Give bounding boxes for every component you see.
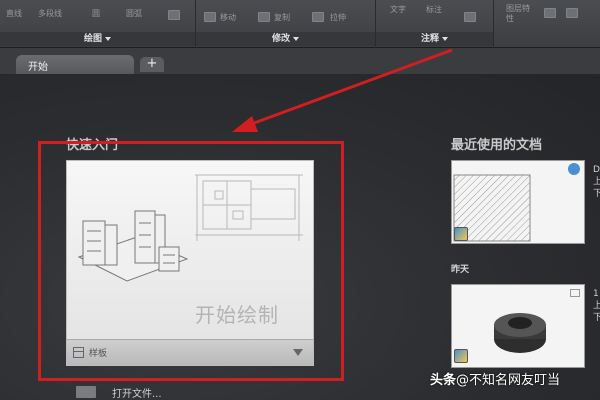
chevron-down-icon	[442, 36, 448, 41]
recent-doc-info: D 上 下	[593, 164, 600, 200]
recent-doc-name[interactable]: 1	[593, 288, 600, 300]
file-tab-bar: 开始 +	[0, 48, 600, 74]
layer-state-icon[interactable]	[566, 8, 578, 18]
tool-text[interactable]: 文字	[390, 4, 406, 15]
panel-draw: 直线 多段线 圆 圆弧 绘图	[0, 0, 196, 48]
recent-doc-meta: 上	[593, 177, 600, 187]
panel-modify-label[interactable]: 修改	[196, 32, 375, 46]
panel-annotate-label[interactable]: 注释	[376, 32, 493, 46]
folder-icon	[76, 386, 96, 398]
panel-annotate: 文字 标注 注释	[376, 0, 494, 48]
recent-doc-meta: 下	[593, 189, 600, 199]
layer-icon[interactable]	[544, 8, 556, 18]
grid-icon[interactable]	[312, 12, 324, 22]
tool-layer-properties[interactable]: 图层特性	[506, 4, 530, 24]
tool-copy[interactable]: 复制	[274, 12, 290, 23]
recent-doc-info: 1 上 下	[593, 288, 600, 324]
watermark: 头条@不知名网友叮当	[430, 369, 560, 391]
hatch-graphic	[453, 174, 531, 242]
tool-arc[interactable]: 圆弧	[126, 8, 142, 19]
recent-doc-meta: 上	[593, 301, 600, 311]
watermark-prefix: 头条	[430, 373, 457, 388]
pin-icon[interactable]	[568, 163, 580, 175]
copy-icon[interactable]	[258, 12, 270, 22]
file-type-icon	[454, 227, 468, 241]
chevron-down-icon	[293, 36, 299, 41]
table-icon[interactable]	[464, 12, 476, 22]
recent-doc-meta: 下	[593, 313, 600, 323]
shape-icon[interactable]	[168, 10, 180, 20]
file-type-icon	[454, 349, 468, 363]
part-graphic	[494, 313, 546, 353]
highlight-box	[38, 141, 344, 381]
tool-polyline[interactable]: 多段线	[38, 8, 62, 19]
watermark-text: @不知名网友叮当	[456, 373, 561, 388]
panel-modify: 移动 复制 拉伸 修改	[196, 0, 376, 48]
tool-move[interactable]: 移动	[220, 12, 236, 23]
panel-layers: 图层特性	[494, 0, 600, 48]
recent-doc-thumbnail[interactable]	[451, 284, 585, 368]
ribbon: 直线 多段线 圆 圆弧 绘图 移动 复制 拉伸 修改 文字 标注 注释 图层特性	[0, 0, 600, 48]
yesterday-label: 昨天	[451, 265, 470, 275]
tab-start[interactable]: 开始	[16, 55, 134, 74]
move-icon[interactable]	[204, 12, 216, 22]
recent-doc-thumbnail[interactable]	[451, 160, 585, 244]
tool-stretch[interactable]: 拉伸	[330, 12, 346, 23]
recent-doc-name[interactable]: D	[593, 164, 600, 176]
chevron-down-icon	[105, 36, 111, 41]
recent-docs-title: 最近使用的文档	[451, 138, 543, 153]
new-tab-button[interactable]: +	[140, 57, 164, 72]
open-file-label: 打开文件...	[112, 389, 162, 400]
tool-dimension[interactable]: 标注	[426, 4, 442, 15]
panel-draw-label[interactable]: 绘图	[0, 32, 195, 46]
tool-line[interactable]: 直线	[6, 8, 22, 19]
pin-icon[interactable]	[570, 289, 580, 297]
tool-circle[interactable]: 圆	[92, 8, 100, 19]
